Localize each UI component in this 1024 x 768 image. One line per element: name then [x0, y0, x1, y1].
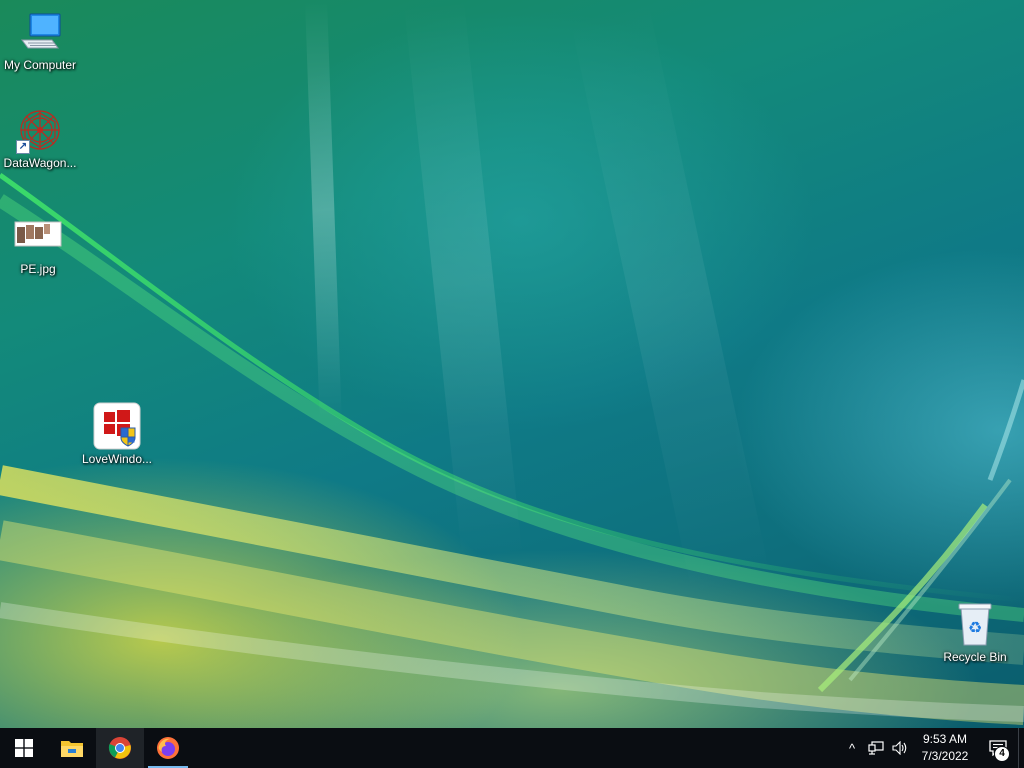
chrome-icon	[108, 737, 131, 759]
action-center-button[interactable]: 4	[978, 728, 1018, 768]
image-file-icon	[14, 212, 62, 260]
desktop-icon-label: LoveWindo...	[81, 452, 153, 466]
taskbar: ^ 9:53 AM 7/3/2022 4	[0, 728, 1024, 768]
taskbar-firefox-button[interactable]	[144, 728, 192, 768]
wallpaper	[0, 0, 1024, 725]
taskbar-chrome-button[interactable]	[96, 728, 144, 768]
windows-start-icon	[15, 739, 33, 757]
desktop-icon-label: Recycle Bin	[943, 650, 1007, 664]
desktop-icon-recycle-bin[interactable]: ♻ Recycle Bin	[935, 600, 1015, 664]
desktop-icon-label: PE.jpg	[20, 262, 56, 276]
clock[interactable]: 9:53 AM 7/3/2022	[912, 728, 978, 768]
file-explorer-icon	[61, 741, 83, 757]
volume-button[interactable]	[888, 728, 912, 768]
desktop-icon-pe-jpg[interactable]: PE.jpg	[0, 212, 78, 276]
desktop-icon-label: DataWagon...	[3, 156, 77, 170]
shortcut-arrow-icon: ↗	[16, 140, 30, 154]
desktop: My Computer ↗ DataWagon... PE.jpg LoveWi…	[0, 0, 1024, 728]
network-button[interactable]	[864, 728, 888, 768]
system-tray: ^ 9:53 AM 7/3/2022 4	[840, 728, 1024, 768]
desktop-icon-label: My Computer	[3, 58, 77, 72]
notification-count-badge: 4	[994, 746, 1010, 762]
desktop-icon-datawagon[interactable]: ↗ DataWagon...	[0, 106, 80, 170]
clock-time: 9:53 AM	[922, 732, 968, 746]
clock-date: 7/3/2022	[921, 749, 969, 763]
desktop-icon-my-computer[interactable]: My Computer	[0, 8, 80, 72]
recycle-bin-icon: ♻	[951, 600, 999, 648]
chevron-up-icon: ^	[848, 740, 856, 756]
lovewindows-icon	[93, 402, 141, 450]
desktop-icon-lovewindows[interactable]: LoveWindo...	[77, 402, 157, 466]
show-desktop-button[interactable]	[1018, 728, 1024, 768]
show-hidden-icons-button[interactable]: ^	[840, 728, 864, 768]
computer-icon	[16, 8, 64, 56]
firefox-icon	[157, 737, 179, 759]
datawagon-icon: ↗	[16, 106, 64, 154]
svg-text:♻: ♻	[968, 618, 982, 637]
network-icon	[868, 741, 884, 755]
speaker-icon	[892, 741, 907, 755]
taskbar-file-explorer-button[interactable]	[48, 728, 96, 768]
start-button[interactable]	[0, 728, 48, 768]
